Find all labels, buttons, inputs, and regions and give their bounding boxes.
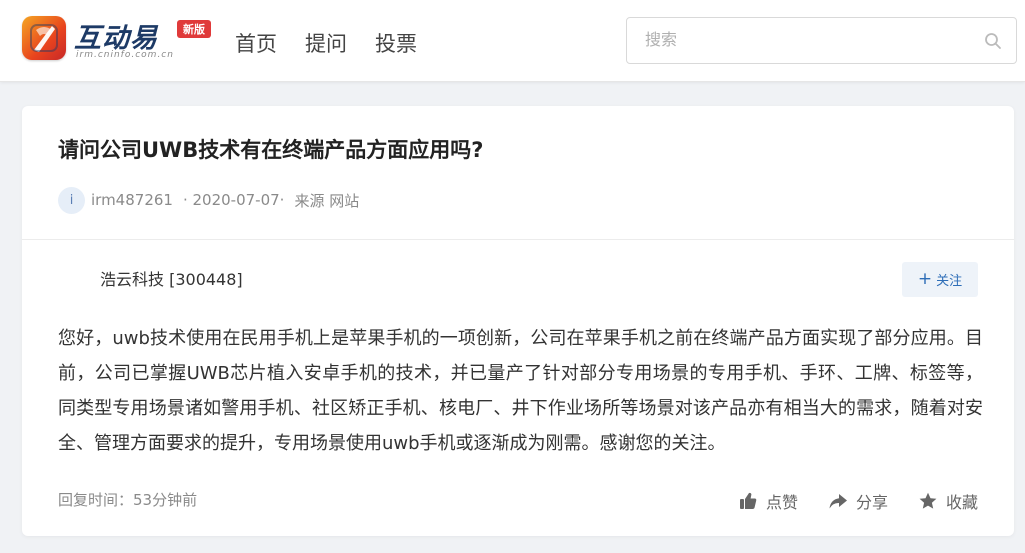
main-nav: 首页 提问 投票	[235, 28, 417, 58]
search-box	[626, 17, 1017, 64]
share-button[interactable]: 分享	[828, 489, 888, 513]
logo-subtext: irm.cninfo.com.cn	[76, 50, 174, 60]
new-version-badge: 新版	[177, 20, 211, 38]
top-navigation-bar: 互动易 irm.cninfo.com.cn 新版 首页 提问 投票	[0, 0, 1025, 82]
nav-item-vote[interactable]: 投票	[375, 28, 417, 58]
question-user[interactable]: irm487261	[91, 191, 173, 209]
answer-actions: 点赞 分享 收藏	[738, 489, 978, 513]
share-icon	[829, 494, 847, 509]
question-date: · 2020-07-07·	[182, 191, 285, 209]
search-input[interactable]	[645, 29, 965, 53]
question-source: 来源 网站	[294, 191, 360, 210]
logo-mark-icon	[22, 16, 66, 60]
star-icon	[919, 492, 937, 509]
like-label: 点赞	[765, 493, 798, 512]
question-meta: i irm487261 · 2020-07-07· 来源 网站	[58, 186, 359, 214]
plus-icon: +	[917, 269, 933, 289]
search-icon[interactable]	[984, 32, 1002, 50]
qa-card: 请问公司UWB技术有在终端产品方面应用吗? i irm487261 · 2020…	[22, 106, 1014, 536]
avatar[interactable]: i	[58, 186, 85, 214]
share-label: 分享	[855, 493, 888, 512]
reply-time: 回复时间：53分钟前	[58, 491, 198, 509]
thumbs-up-icon	[739, 492, 757, 509]
nav-item-ask[interactable]: 提问	[305, 28, 347, 58]
nav-item-home[interactable]: 首页	[235, 28, 277, 58]
answer-company[interactable]: 浩云科技 [300448]	[100, 266, 243, 290]
like-button[interactable]: 点赞	[738, 489, 798, 513]
favorite-button[interactable]: 收藏	[918, 489, 978, 513]
site-logo[interactable]: 互动易 irm.cninfo.com.cn 新版	[22, 14, 218, 64]
follow-label: 关注	[936, 274, 963, 289]
divider	[22, 239, 1014, 240]
answer-text: 您好，uwb技术使用在民用手机上是苹果手机的一项创新，公司在苹果手机之前在终端产…	[58, 328, 983, 454]
follow-button[interactable]: + 关注	[902, 262, 978, 297]
favorite-label: 收藏	[945, 493, 978, 512]
question-title: 请问公司UWB技术有在终端产品方面应用吗?	[58, 138, 484, 162]
